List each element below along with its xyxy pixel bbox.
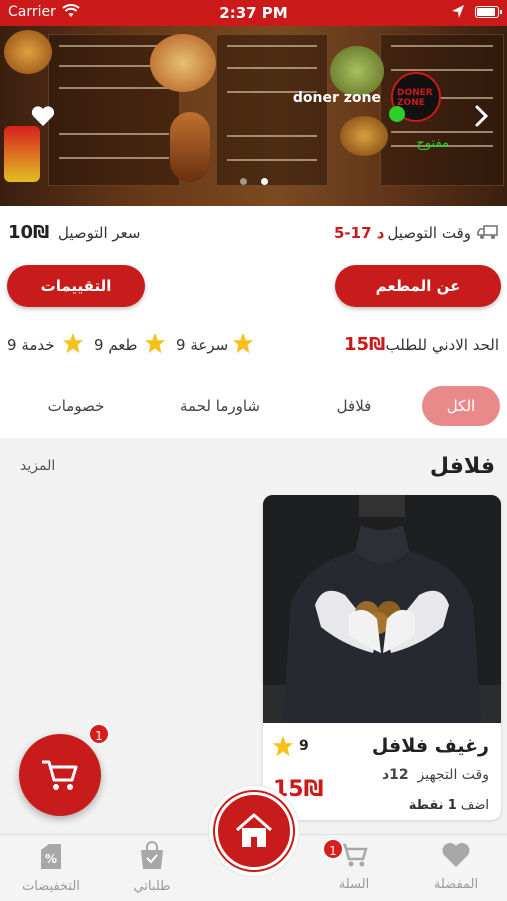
battery-icon	[475, 6, 502, 18]
delivery-time-value: 5-17 د	[334, 224, 385, 242]
product-card[interactable]: رغيف فلافل 9 وقت التجهيز 12د 15₪ اضف 1 ن…	[263, 495, 501, 820]
menu-board-center	[216, 34, 328, 186]
nav-favorites-label: المفضلة	[433, 877, 479, 892]
restaurant-info: وقت التوصيل 5-17 د سعر التوصيل 10₪ عن ال…	[0, 206, 507, 438]
open-status-dot	[389, 106, 405, 122]
tab-all[interactable]: الكل	[422, 386, 500, 426]
plate-photo	[150, 34, 216, 92]
section-title: فلافل	[429, 454, 495, 479]
delivery-fee-value: 10₪	[8, 222, 50, 243]
drinks-photo	[4, 126, 40, 182]
carousel-dot-active[interactable]	[261, 178, 268, 185]
falafel-photo	[340, 116, 388, 156]
tab-discounts[interactable]: خصومات	[38, 386, 114, 426]
prep-time-value: 12د	[381, 767, 409, 783]
nav-cart-badge: 1	[322, 838, 344, 860]
taste-rating-label: طعم	[108, 336, 138, 354]
shopping-bag-icon	[141, 841, 163, 869]
points-prefix: اضف	[460, 798, 489, 813]
taste-rating-value: 9	[94, 336, 104, 354]
service-rating-label: خدمة	[21, 336, 55, 354]
taste-rating: طعم 9	[94, 336, 138, 354]
speed-rating-star-icon	[232, 332, 254, 354]
product-name: رغيف فلافل	[371, 735, 489, 757]
burger-photo	[4, 30, 52, 74]
about-restaurant-button[interactable]: عن المطعم	[335, 265, 501, 307]
prep-time: وقت التجهيز 12د	[382, 767, 489, 783]
heart-icon	[442, 843, 470, 867]
clock: 2:37 PM	[219, 4, 288, 22]
home-button[interactable]	[209, 786, 299, 876]
restaurant-banner: doner zone DONER ZONE مفتوح	[0, 26, 507, 206]
service-rating-value: 9	[7, 336, 17, 354]
floating-cart-badge: 1	[88, 723, 110, 745]
points-text: اضف 1 نقطة	[409, 798, 489, 813]
salad-photo	[330, 46, 384, 96]
product-photo	[263, 495, 501, 723]
nav-orders-label: طلباتي	[133, 879, 171, 894]
home-button-inner	[215, 792, 293, 870]
open-status-label: مفتوح	[416, 136, 449, 151]
tab-falafel[interactable]: فلافل	[322, 386, 386, 426]
min-order-label: الحد الادني للطلب	[385, 336, 499, 354]
location-arrow-icon	[452, 5, 464, 18]
nav-discounts[interactable]: % التخفيضات	[6, 839, 96, 894]
reviews-button[interactable]: التقييمات	[7, 265, 145, 307]
chevron-right-icon[interactable]	[471, 104, 491, 128]
prep-time-label: وقت التجهيز	[417, 767, 489, 783]
min-order-value: 15₪	[344, 334, 386, 355]
product-rating-value: 9	[299, 738, 309, 754]
delivery-truck-icon	[477, 225, 498, 239]
more-link[interactable]: المزيد	[20, 458, 55, 474]
speed-rating: سرعة 9	[176, 336, 228, 354]
service-rating-star-icon	[62, 332, 84, 354]
shawarma-photo	[170, 112, 210, 182]
home-icon	[236, 813, 272, 847]
nav-favorites[interactable]: المفضلة	[411, 839, 501, 892]
cart-icon	[42, 760, 78, 790]
delivery-time-label: وقت التوصيل	[387, 224, 471, 242]
service-rating: خدمة 9	[7, 336, 55, 354]
discount-tag-icon: %	[41, 844, 61, 869]
carousel-dot[interactable]	[240, 178, 247, 185]
status-bar: Carrier 2:37 PM	[0, 0, 507, 26]
speed-rating-value: 9	[176, 336, 186, 354]
favorite-heart-icon[interactable]	[30, 104, 56, 128]
speed-rating-label: سرعة	[190, 336, 229, 354]
points-suffix: نقطة	[408, 798, 444, 813]
points-value: 1	[447, 798, 457, 813]
nav-discounts-label: التخفيضات	[22, 879, 80, 894]
nav-orders[interactable]: طلباتي	[107, 839, 197, 894]
svg-text:%: %	[45, 852, 57, 866]
nav-cart-label: السلة	[338, 877, 370, 892]
floating-cart-button[interactable]	[19, 734, 101, 816]
tab-meat-shawarma[interactable]: شاورما لحمة	[168, 386, 272, 426]
product-rating-star-icon	[272, 735, 294, 757]
logo-text: DONER ZONE	[397, 88, 433, 108]
taste-rating-star-icon	[144, 332, 166, 354]
delivery-fee-label: سعر التوصيل	[58, 224, 141, 242]
restaurant-name: doner zone	[292, 90, 381, 106]
